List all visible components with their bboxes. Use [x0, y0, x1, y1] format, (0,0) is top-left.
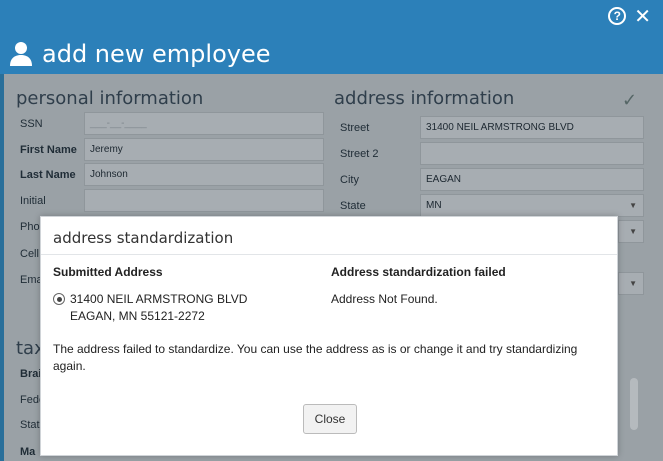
street-value: 31400 NEIL ARMSTRONG BLVD	[426, 122, 574, 133]
state-select[interactable]: MN ▼	[420, 194, 644, 217]
chevron-down-icon: ▼	[629, 201, 637, 210]
last-name-input[interactable]: Johnson	[84, 163, 324, 186]
address-line-1: 31400 NEIL ARMSTRONG BLVD	[70, 292, 248, 306]
modal-title: address standardization	[53, 229, 234, 247]
city-label: City	[340, 174, 359, 186]
country-select[interactable]: ▼	[618, 272, 644, 295]
address-line-2: EAGAN, MN 55121-2272	[70, 309, 205, 323]
street2-label: Street 2	[340, 148, 379, 160]
state-label: State	[340, 200, 366, 212]
last-name-label: Last Name	[20, 169, 76, 181]
window-titlebar: ? ✕	[0, 0, 663, 34]
zip-select[interactable]: ▼	[618, 220, 644, 243]
ssn-value: ___-__-____	[90, 118, 147, 129]
street2-input[interactable]	[420, 142, 644, 165]
city-input[interactable]: EAGAN	[420, 168, 644, 191]
street-label: Street	[340, 122, 370, 134]
close-button[interactable]: Close	[303, 404, 357, 434]
initial-input[interactable]	[84, 189, 324, 212]
checkmark-icon: ✓	[622, 90, 638, 111]
address-section-title: address information	[334, 88, 515, 109]
page-title: add new employee	[42, 40, 271, 68]
submitted-address-radio[interactable]	[53, 293, 65, 305]
initial-label: Initial	[20, 195, 46, 207]
first-name-label: First Name	[20, 144, 77, 156]
first-name-input[interactable]: Jeremy	[84, 138, 324, 161]
phone-label: Pho	[20, 221, 40, 233]
standardization-message: The address failed to standardize. You c…	[53, 342, 578, 373]
scrollbar[interactable]	[630, 378, 638, 430]
last-name-value: Johnson	[90, 169, 128, 180]
dialog-header: add new employee	[0, 34, 663, 74]
chevron-down-icon: ▼	[629, 227, 637, 236]
standardization-result-header: Address standardization failed	[331, 265, 506, 279]
close-icon[interactable]: ✕	[634, 6, 651, 26]
first-name-value: Jeremy	[90, 144, 123, 155]
personal-section-title: personal information	[16, 88, 204, 109]
city-value: EAGAN	[426, 174, 462, 185]
help-icon[interactable]: ?	[608, 7, 627, 25]
result-text: Address Not Found.	[331, 292, 438, 306]
person-icon	[8, 41, 34, 67]
address-standardization-modal: address standardization Submitted Addres…	[40, 216, 618, 456]
ssn-label: SSN	[20, 118, 43, 130]
street-input[interactable]: 31400 NEIL ARMSTRONG BLVD	[420, 116, 644, 139]
divider	[41, 254, 617, 255]
chevron-down-icon: ▼	[629, 279, 637, 288]
state-value: MN	[426, 200, 442, 211]
ssn-input[interactable]: ___-__-____	[84, 112, 324, 135]
branch-label: Brai	[20, 368, 42, 380]
submitted-address-header: Submitted Address	[53, 265, 163, 279]
marital-label: Ma	[20, 446, 36, 458]
cell-label: Cell	[20, 248, 39, 260]
